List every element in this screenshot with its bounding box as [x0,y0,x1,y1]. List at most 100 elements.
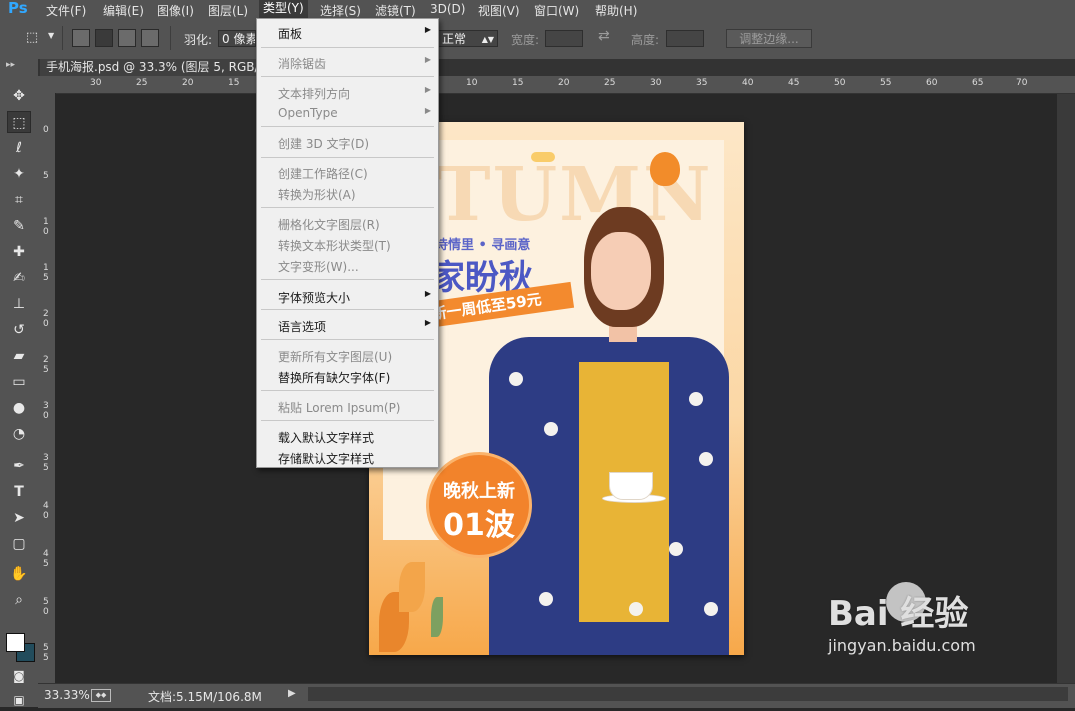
menu-help[interactable]: 帮助(H) [595,2,637,19]
horizontal-scrollbar[interactable] [308,687,1068,701]
ruler-tick: 3 5 [43,453,49,473]
menu-item-update-all-text[interactable]: 更新所有文字图层(U) [278,348,392,365]
menu-file[interactable]: 文件(F) [46,2,86,19]
ruler-tick: 50 [834,78,846,88]
refine-edge-button[interactable]: 调整边缘... [726,29,812,48]
submenu-arrow-icon: ▶ [424,55,431,64]
menu-bar: Ps 文件(F) 编辑(E) 图像(I) 图层(L) 类型(Y) 选择(S) 滤… [0,0,1075,18]
menu-item-convert-text-shape[interactable]: 转换文本形状类型(T) [278,237,391,254]
shape-icon[interactable]: ▢ [7,533,31,555]
vertical-scrollbar[interactable] [1057,94,1075,683]
ruler-tick: 5 0 [43,597,49,617]
menu-item-replace-missing-fonts[interactable]: 替换所有缺欠字体(F) [278,369,390,386]
menu-type[interactable]: 类型(Y) [259,0,308,18]
brush-icon[interactable]: ✍ [7,267,31,289]
history-brush-icon[interactable]: ↺ [7,319,31,341]
magic-wand-icon[interactable]: ✦ [7,163,31,185]
type-icon[interactable]: T [7,481,31,503]
menu-item-load-default-type-styles[interactable]: 载入默认文字样式 [278,429,374,446]
menu-edit[interactable]: 编辑(E) [103,2,144,19]
hand-icon[interactable]: ✋ [7,563,31,585]
feather-input[interactable]: 0 像素 [218,30,256,47]
panel-grip-icon[interactable]: ▸▸ [6,60,15,70]
menu-3d[interactable]: 3D(D) [430,2,465,16]
menu-item-font-preview-size[interactable]: 字体预览大小 [278,289,350,306]
leaf-graphic [399,562,425,612]
eraser-icon[interactable]: ▰ [7,345,31,367]
crop-icon[interactable]: ⌗ [7,189,31,211]
ruler-origin[interactable] [38,76,56,93]
eyedropper-icon[interactable]: ✎ [7,215,31,237]
ruler-tick: 60 [926,78,938,88]
healing-icon[interactable]: ✚ [7,241,31,263]
width-input[interactable] [545,30,583,47]
menu-select[interactable]: 选择(S) [320,2,361,19]
status-menu-arrow-icon[interactable]: ▶ [288,688,296,699]
ruler-tick: 65 [972,78,984,88]
watermark-brand: Bai 经验 [828,594,969,634]
ruler-tick: 30 [90,78,102,88]
horizontal-ruler: 30 25 20 15 5 10 15 20 25 30 35 40 45 50… [56,76,1075,94]
chevron-down-icon: ▲▼ [481,35,494,44]
move-icon[interactable]: ✥ [7,85,31,107]
add-selection-button[interactable] [95,29,113,47]
type-menu-dropdown: 面板 ▶ 消除锯齿 ▶ 文本排列方向 ▶ OpenType ▶ 创建 3D 文字(D) … [256,18,439,468]
menu-window[interactable]: 窗口(W) [534,2,579,19]
menu-item-paste-lorem-ipsum[interactable]: 粘贴 Lorem Ipsum(P) [278,399,401,416]
menu-item-rasterize-type[interactable]: 栅格化文字图层(R) [278,216,380,233]
screen-mode-icon[interactable]: ▣ [7,689,31,711]
menu-item-opentype[interactable]: OpenType [278,106,338,120]
lasso-icon[interactable]: ℓ [7,137,31,159]
preview-icon[interactable]: ◆◆ [91,689,111,702]
marquee-icon[interactable]: ⬚ [7,111,31,133]
foreground-color-swatch[interactable] [6,633,25,652]
dress-flower [539,592,553,606]
submenu-arrow-icon: ▶ [424,25,431,34]
ruler-tick: 15 [228,78,240,88]
ruler-tick: 55 [880,78,892,88]
menu-filter[interactable]: 滤镜(T) [375,2,416,19]
zoom-icon[interactable]: ⌕ [7,589,31,611]
tools-panel: ▸▸ ✥ ⬚ ℓ ✦ ⌗ ✎ ✚ ✍ ⊥ ↺ ▰ ▭ ● ◔ ✒ T ➤ ▢ ✋… [0,59,39,707]
style-select[interactable]: 正常 ▲▼ [438,30,498,47]
gradient-icon[interactable]: ▭ [7,371,31,393]
submenu-arrow-icon: ▶ [424,318,431,327]
document-tab[interactable]: 手机海报.psd @ 33.3% (图层 5, RGB/8 [40,59,273,76]
menu-item-anti-alias[interactable]: 消除锯齿 [278,55,326,72]
menu-item-warp-text[interactable]: 文字变形(W)... [278,258,359,275]
menu-item-panel[interactable]: 面板 [278,25,302,42]
status-bar: 33.33% ◆◆ 文档:5.15M/106.8M ▶ [38,683,1075,708]
watermark-url: jingyan.baidu.com [828,636,976,655]
cloud-graphic [531,152,555,162]
menu-item-text-orientation[interactable]: 文本排列方向 [278,85,350,102]
dress-flower [509,372,523,386]
zoom-level[interactable]: 33.33% [44,688,90,702]
menu-item-convert-to-shape[interactable]: 转换为形状(A) [278,186,356,203]
path-select-icon[interactable]: ➤ [7,507,31,529]
subtract-selection-button[interactable] [118,29,136,47]
intersect-selection-button[interactable] [141,29,159,47]
feather-label: 羽化: [184,33,213,47]
ruler-tick: 40 [742,78,754,88]
dodge-icon[interactable]: ◔ [7,423,31,445]
stamp-icon[interactable]: ⊥ [7,293,31,315]
height-input[interactable] [666,30,704,47]
pen-icon[interactable]: ✒ [7,455,31,477]
preset-dropdown-arrow-icon[interactable]: ▼ [48,31,54,40]
menu-view[interactable]: 视图(V) [478,2,520,19]
submenu-arrow-icon: ▶ [424,106,431,115]
menu-item-save-default-type-styles[interactable]: 存储默认文字样式 [278,450,374,467]
ruler-tick: 20 [558,78,570,88]
marquee-preset-icon[interactable]: ⬚ [20,27,44,49]
menu-image[interactable]: 图像(I) [157,2,194,19]
blur-icon[interactable]: ● [7,397,31,419]
menu-item-create-work-path[interactable]: 创建工作路径(C) [278,165,368,182]
model-face [591,232,651,310]
swap-icon[interactable]: ⇄ [598,28,610,44]
menu-layer[interactable]: 图层(L) [208,2,248,19]
quick-mask-icon[interactable]: ◙ [7,665,31,687]
new-selection-button[interactable] [72,29,90,47]
menu-item-create-3d-text[interactable]: 创建 3D 文字(D) [278,135,369,152]
menu-item-language-options[interactable]: 语言选项 [278,318,326,335]
style-select-value: 正常 [442,32,467,46]
